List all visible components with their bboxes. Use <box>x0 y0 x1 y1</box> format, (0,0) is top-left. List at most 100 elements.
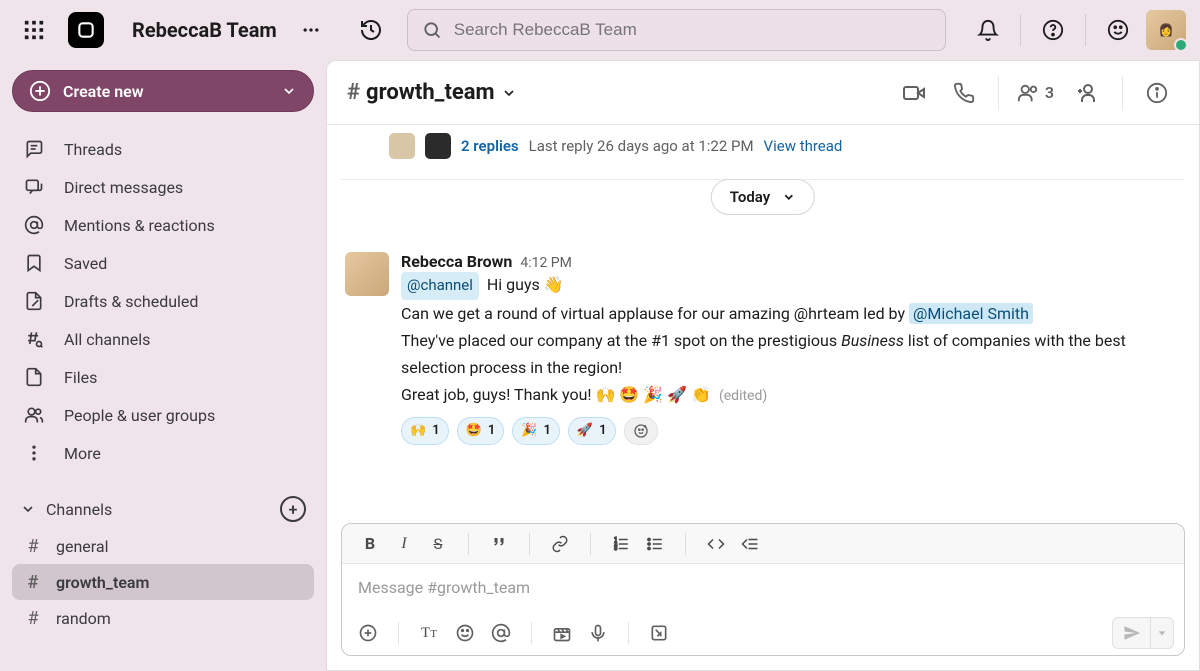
reaction-emoji: 🎉 <box>521 423 537 438</box>
notifications-button[interactable] <box>968 10 1008 50</box>
hash-icon: # <box>24 608 42 629</box>
channel-general[interactable]: # general <box>12 528 314 564</box>
send-button[interactable] <box>1113 618 1151 648</box>
team-menu-button[interactable] <box>297 16 325 44</box>
attach-button[interactable] <box>352 617 384 649</box>
ol-icon: 123 <box>612 535 630 553</box>
reaction[interactable]: 🎉1 <box>512 417 560 445</box>
channel-growth-team[interactable]: # growth_team <box>12 564 314 600</box>
text-fragment: Can we get a round of virtual applause f… <box>401 304 909 323</box>
search-box[interactable] <box>407 9 946 51</box>
replies-count[interactable]: 2 replies <box>461 137 519 155</box>
code-block-button[interactable] <box>734 528 766 560</box>
workspace-logo[interactable] <box>68 12 104 48</box>
message-time: 4:12 PM <box>520 255 572 271</box>
smile-icon <box>455 623 475 643</box>
threads-icon <box>24 139 44 159</box>
search-input[interactable] <box>454 20 931 40</box>
emoji-button[interactable] <box>1098 10 1138 50</box>
nav-more[interactable]: More <box>12 434 314 472</box>
members-button[interactable]: 3 <box>1011 82 1060 104</box>
video-call-button[interactable] <box>892 71 936 115</box>
channel-title-button[interactable]: # growth_team <box>347 80 517 105</box>
user-avatar[interactable]: 👩 <box>1146 10 1186 50</box>
formatting-toggle-button[interactable]: TT <box>413 617 445 649</box>
add-channel-button[interactable]: + <box>280 496 306 522</box>
text-fragment: Great job, guys! Thank you! 🙌 🤩 🎉 🚀 👏 <box>401 385 711 404</box>
reaction[interactable]: 🚀1 <box>568 417 616 445</box>
microphone-icon <box>588 623 608 643</box>
nav-label: Drafts & scheduled <box>64 292 198 311</box>
nav-all-channels[interactable]: All channels <box>12 320 314 358</box>
strike-button[interactable]: S <box>422 528 454 560</box>
video-clip-button[interactable] <box>546 617 578 649</box>
apps-grid-button[interactable] <box>14 10 54 50</box>
history-button[interactable] <box>357 16 385 44</box>
reaction[interactable]: 🙌1 <box>401 417 449 445</box>
view-thread-link[interactable]: View thread <box>764 137 843 155</box>
channel-info-button[interactable] <box>1135 71 1179 115</box>
avatar-placeholder: 👩 <box>1159 23 1174 37</box>
bold-button[interactable]: B <box>354 528 386 560</box>
link-icon <box>551 535 569 553</box>
bullet-list-button[interactable] <box>639 528 671 560</box>
audio-clip-button[interactable] <box>582 617 614 649</box>
composer-bottom-toolbar: TT <box>342 611 1184 655</box>
apps-grid-icon <box>23 19 45 41</box>
link-button[interactable] <box>544 528 576 560</box>
nav-label: More <box>64 444 101 463</box>
create-label: Create new <box>63 82 144 101</box>
more-vertical-icon <box>24 443 44 463</box>
topbar-left: RebeccaB Team <box>14 10 385 50</box>
add-reaction-button[interactable] <box>624 417 658 445</box>
nav-threads[interactable]: Threads <box>12 130 314 168</box>
clapper-icon <box>552 623 572 643</box>
nav-drafts[interactable]: Drafts & scheduled <box>12 282 314 320</box>
nav-direct-messages[interactable]: Direct messages <box>12 168 314 206</box>
reaction-count: 1 <box>488 423 495 438</box>
emoji-picker-button[interactable] <box>449 617 481 649</box>
channel-random[interactable]: # random <box>12 600 314 636</box>
team-name[interactable]: RebeccaB Team <box>132 18 277 42</box>
nav-files[interactable]: Files <box>12 358 314 396</box>
italic-button[interactable]: I <box>388 528 420 560</box>
audio-call-button[interactable] <box>942 71 986 115</box>
user-mention[interactable]: @Michael Smith <box>909 303 1033 324</box>
text-fragment: Hi guys 👋 <box>487 275 564 294</box>
nav-label: People & user groups <box>64 406 215 425</box>
quote-icon <box>490 535 508 553</box>
message-avatar[interactable] <box>345 252 389 296</box>
smile-icon <box>1107 19 1129 41</box>
create-new-button[interactable]: Create new <box>12 70 314 112</box>
separator <box>1122 76 1123 110</box>
text-italic: Business <box>841 331 904 350</box>
last-reply-text: Last reply 26 days ago at 1:22 PM <box>529 137 754 155</box>
date-separator-chip[interactable]: Today <box>711 179 815 215</box>
nav-saved[interactable]: Saved <box>12 244 314 282</box>
ordered-list-button[interactable]: 123 <box>605 528 637 560</box>
sidebar: Create new Threads Direct messages Menti… <box>0 60 326 671</box>
channels-section-header[interactable]: Channels + <box>12 490 314 528</box>
channel-mention[interactable]: @channel <box>401 272 479 300</box>
composer-input[interactable]: Message #growth_team <box>342 564 1184 611</box>
message-author[interactable]: Rebecca Brown <box>401 252 512 271</box>
shortcut-icon <box>649 623 669 643</box>
nav-people[interactable]: People & user groups <box>12 396 314 434</box>
logo-icon <box>76 20 96 40</box>
reactions-bar: 🙌1 🤩1 🎉1 🚀1 <box>401 417 1181 445</box>
nav-mentions[interactable]: Mentions & reactions <box>12 206 314 244</box>
channels-header-label: Channels <box>46 500 112 519</box>
reaction[interactable]: 🤩1 <box>457 417 505 445</box>
help-icon <box>1042 19 1064 41</box>
code-button[interactable] <box>700 528 732 560</box>
shortcut-button[interactable] <box>643 617 675 649</box>
add-member-button[interactable] <box>1066 71 1110 115</box>
help-button[interactable] <box>1033 10 1073 50</box>
send-options-button[interactable] <box>1151 618 1173 648</box>
dm-icon <box>24 177 44 197</box>
mention-button[interactable] <box>485 617 517 649</box>
thread-summary: 2 replies Last reply 26 days ago at 1:22… <box>327 125 1199 173</box>
channel-actions: 3 <box>892 71 1179 115</box>
chevron-down-icon <box>281 83 297 99</box>
quote-button[interactable] <box>483 528 515 560</box>
